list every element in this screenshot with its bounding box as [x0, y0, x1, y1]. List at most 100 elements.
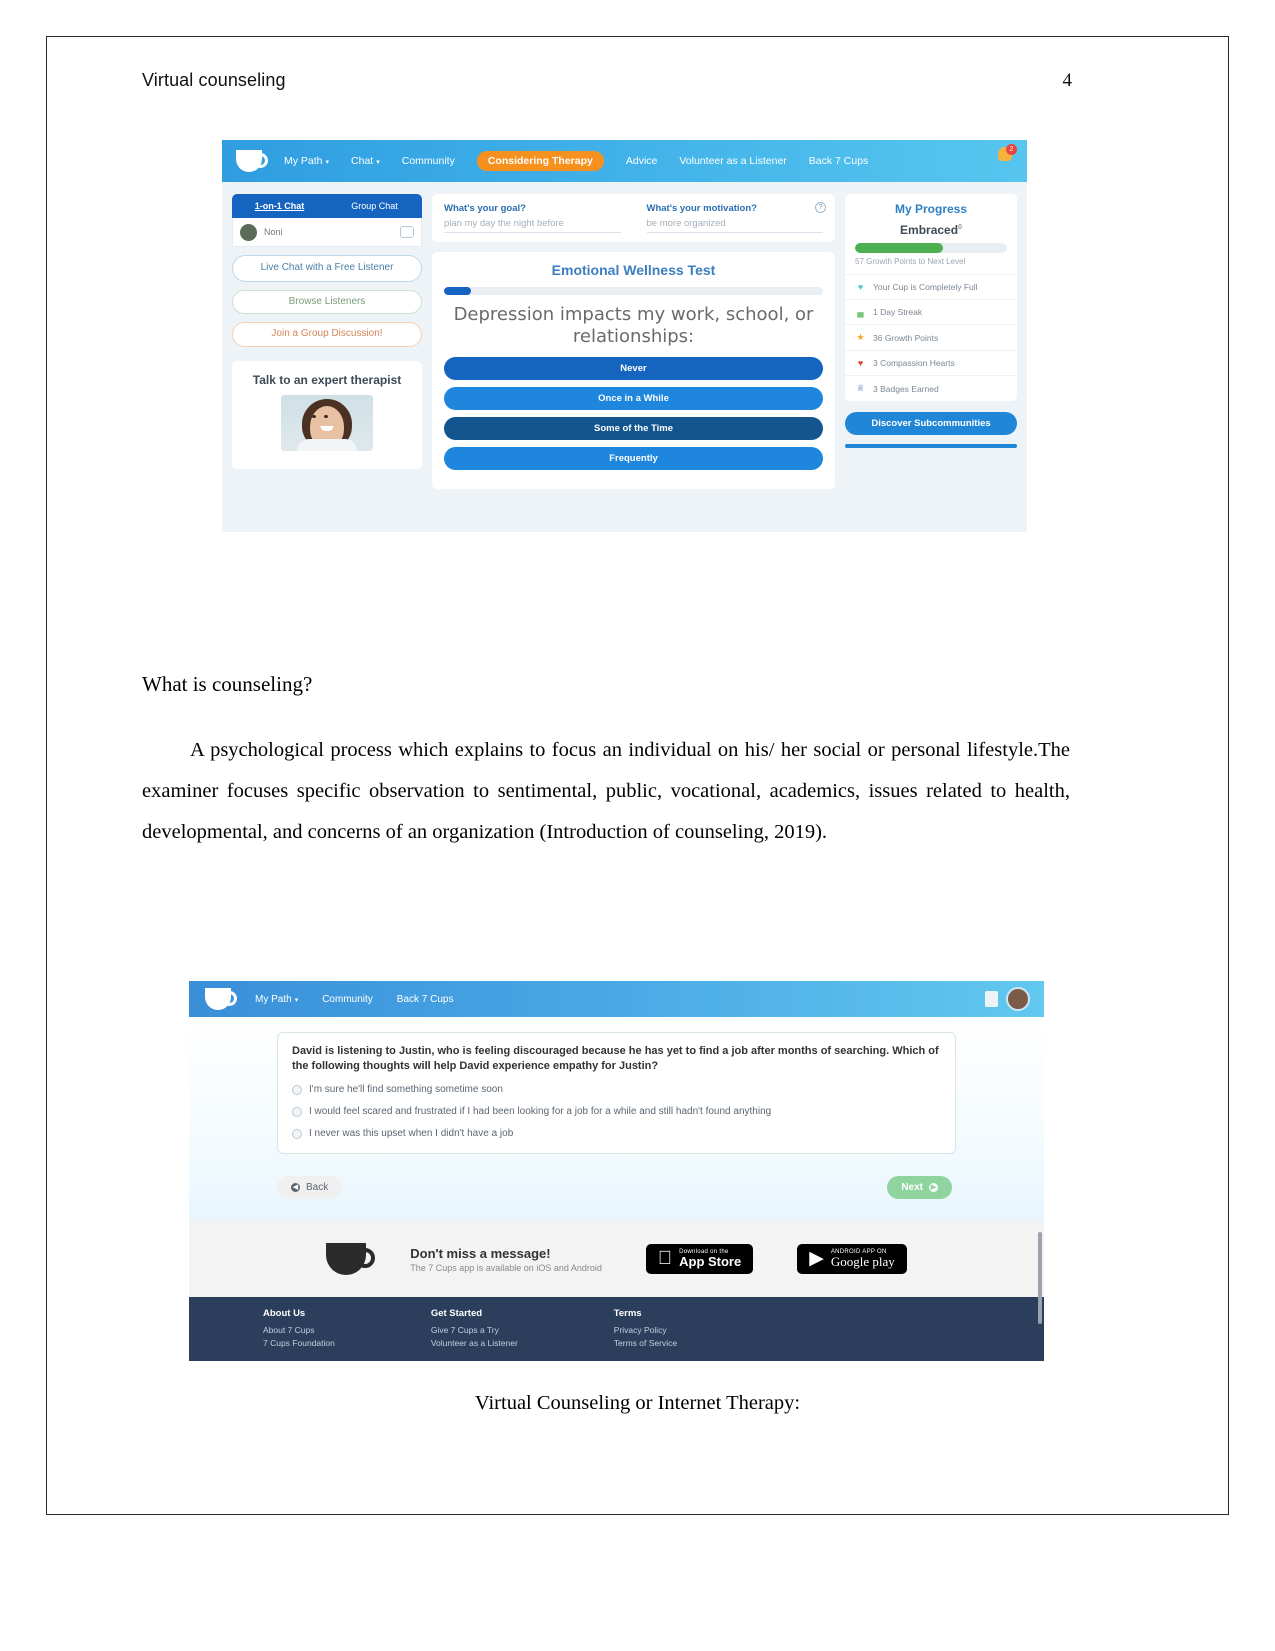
- footer-link[interactable]: Volunteer as a Listener: [431, 1337, 518, 1350]
- back-button-label: Back: [306, 1182, 329, 1193]
- next-button[interactable]: Next ▶: [887, 1176, 952, 1199]
- nav-item-considering-therapy[interactable]: Considering Therapy: [476, 151, 604, 171]
- star-icon: ★: [856, 332, 865, 342]
- running-head-title: Virtual counseling: [142, 70, 286, 90]
- seven-cups-logo-icon[interactable]: [205, 988, 237, 1010]
- footer-heading: Get Started: [430, 1308, 483, 1319]
- progress-row-label: 3 Compassion Hearts: [873, 358, 955, 368]
- nav-item-back-7-cups[interactable]: Back 7 Cups: [809, 155, 869, 167]
- progress-bar: [855, 243, 1007, 253]
- footer-link[interactable]: Privacy Policy: [614, 1324, 677, 1337]
- page-number: 4: [1062, 70, 1073, 91]
- avatar[interactable]: [1006, 987, 1030, 1011]
- nav-item-volunteer-as-a-listener[interactable]: Volunteer as a Listener: [679, 155, 786, 167]
- partial-card-edge: [845, 444, 1017, 448]
- info-icon[interactable]: ?: [815, 202, 826, 213]
- motivation-answer-value[interactable]: be more organized: [647, 218, 824, 229]
- goal-question-label: What's your goal?: [444, 203, 526, 214]
- nav-item-advice[interactable]: Advice: [626, 155, 658, 167]
- emotional-wellness-test-title: Emotional Wellness Test: [551, 262, 716, 278]
- tab-one-on-one-chat[interactable]: 1-on-1 Chat: [232, 201, 327, 211]
- photo-eye-left: [312, 414, 316, 418]
- app-store-text: Download on the App Store: [679, 1249, 741, 1269]
- f2-navigation-bar: My Path ▾ Community Back 7 Cups: [189, 981, 1044, 1017]
- goal-answer-value[interactable]: plan my day the night before: [444, 218, 621, 229]
- nav-item-community[interactable]: Community: [322, 994, 373, 1005]
- back-button[interactable]: ◀ Back: [277, 1176, 343, 1199]
- live-chat-free-listener-button[interactable]: Live Chat with a Free Listener: [232, 255, 422, 282]
- seven-cups-cup-icon: [326, 1243, 376, 1275]
- footer-link[interactable]: 7 Cups Foundation: [263, 1337, 335, 1350]
- radio-button-icon[interactable]: [292, 1128, 302, 1139]
- therapist-photo: [281, 394, 373, 451]
- app-store-badge[interactable]:  Download on the App Store: [645, 1244, 754, 1274]
- answer-frequently-button[interactable]: Frequently: [444, 447, 823, 471]
- chevron-down-icon: ▾: [376, 159, 380, 166]
- footer-link[interactable]: About 7 Cups: [263, 1324, 335, 1337]
- nav-item-community[interactable]: Community: [402, 155, 455, 167]
- quiz-option-3[interactable]: I never was this upset when I didn't hav…: [292, 1127, 941, 1140]
- nav-item-chat[interactable]: Chat ▾: [351, 155, 380, 167]
- progress-row-label: Your Cup is Completely Full: [873, 282, 978, 292]
- join-group-discussion-button[interactable]: Join a Group Discussion!: [232, 322, 422, 347]
- next-button-label: Next: [901, 1182, 923, 1193]
- f1-center-column: What's your goal? plan my day the night …: [432, 194, 835, 490]
- promo-subline: The 7 Cups app is available on iOS and A…: [410, 1262, 602, 1273]
- notification-badge: 2: [1006, 144, 1017, 155]
- f1-left-sidebar: 1-on-1 Chat Group Chat Noni Live Chat wi…: [232, 194, 422, 489]
- quiz-card: David is listening to Justin, who is fee…: [277, 1032, 956, 1154]
- nav-item-back-7-cups[interactable]: Back 7 Cups: [397, 994, 454, 1005]
- nav-item-my-path[interactable]: My Path ▾: [255, 994, 298, 1005]
- answer-some-of-the-time-button[interactable]: Some of the Time: [444, 417, 823, 441]
- motivation-question-label: What's your motivation?: [646, 203, 757, 214]
- my-progress-title: My Progress: [894, 202, 968, 216]
- footer-heading: Terms: [613, 1308, 642, 1319]
- therapist-promo-title: Talk to an expert therapist: [252, 372, 402, 387]
- photo-shoulders: [297, 438, 357, 451]
- app-store-big-text: App Store: [671, 1254, 741, 1270]
- goal-column: What's your goal? plan my day the night …: [444, 203, 621, 233]
- section-heading: What is counseling?: [142, 672, 313, 696]
- document-header: Virtual counseling 4: [142, 70, 1072, 92]
- quiz-option-2[interactable]: I would feel scared and frustrated if I …: [292, 1105, 941, 1118]
- app-promo-banner: Don't miss a message! The 7 Cups app is …: [189, 1221, 1044, 1297]
- seven-cups-logo-icon[interactable]: [236, 150, 268, 172]
- notifications-bell-icon[interactable]: 2: [995, 144, 1017, 169]
- next-level-text: 57 Growth Points to Next Level: [855, 257, 966, 266]
- progress-row-label: 36 Growth Points: [873, 332, 939, 343]
- browse-listeners-button[interactable]: Browse Listeners: [232, 289, 422, 314]
- google-play-badge[interactable]: ▶ ANDROID APP ON Google play: [797, 1244, 907, 1274]
- chevron-down-icon: ▾: [325, 159, 330, 166]
- progress-bar-fill: [855, 243, 944, 253]
- message-icon[interactable]: [400, 226, 414, 238]
- nav-item-my-path[interactable]: My Path ▾: [284, 155, 329, 167]
- tab-group-chat[interactable]: Group Chat: [327, 201, 422, 211]
- trophy-icon: ♕: [856, 383, 865, 393]
- f1-right-sidebar: My Progress Embraced0 57 Growth Points t…: [845, 194, 1017, 489]
- radio-button-icon[interactable]: [292, 1084, 302, 1095]
- contact-row-noni[interactable]: Noni: [232, 218, 422, 247]
- document-page: Virtual counseling 4 My Path ▾ Chat ▾ Comm…: [0, 0, 1275, 1651]
- back-arrow-icon: ◀: [291, 1183, 300, 1192]
- avatar: [240, 223, 257, 241]
- footer-link[interactable]: Give 7 Cups a Try: [431, 1324, 518, 1337]
- quiz-option-1[interactable]: I'm sure he'll find something sometime s…: [292, 1083, 941, 1096]
- radio-button-icon[interactable]: [292, 1106, 302, 1117]
- document-icon[interactable]: [985, 991, 998, 1007]
- quiz-option-label: I'm sure he'll find something sometime s…: [309, 1083, 503, 1095]
- progress-row-day-streak: ▄ 1 Day Streak: [845, 299, 1017, 324]
- answer-once-in-a-while-button[interactable]: Once in a While: [444, 387, 823, 411]
- footer-column-about-us: About Us About 7 Cups 7 Cups Foundation: [263, 1308, 335, 1361]
- streak-icon: ▄: [857, 307, 864, 317]
- quiz-option-label: I would feel scared and frustrated if I …: [309, 1105, 772, 1117]
- promo-text: Don't miss a message! The 7 Cups app is …: [410, 1246, 602, 1273]
- progress-level-superscript: 0: [958, 224, 962, 231]
- discover-subcommunities-button[interactable]: Discover Subcommunities: [845, 412, 1017, 435]
- scrollbar[interactable]: [1038, 1232, 1042, 1324]
- test-progress-bar: [444, 287, 823, 295]
- footer-link[interactable]: Terms of Service: [614, 1337, 677, 1350]
- emotional-wellness-test-card: Emotional Wellness Test Depression impac…: [432, 252, 835, 490]
- progress-row-compassion-hearts: ♥ 3 Compassion Hearts: [845, 350, 1017, 375]
- therapist-promo-card[interactable]: Talk to an expert therapist: [232, 360, 422, 469]
- answer-never-button[interactable]: Never: [444, 357, 823, 381]
